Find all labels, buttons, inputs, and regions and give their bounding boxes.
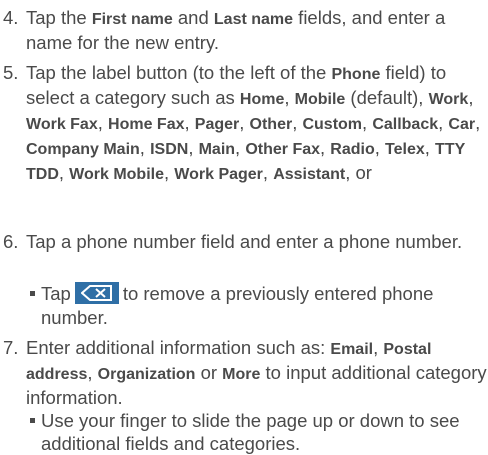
step-number: 4. [3, 7, 19, 28]
step-6: 6. Tap a phone number field and enter a … [0, 230, 488, 253]
step-7: 7. Enter additional information such as:… [0, 336, 488, 409]
step-text: Tap a phone number field and enter a pho… [26, 231, 463, 252]
step-text: Enter additional information such as: Em… [26, 337, 487, 408]
step-7-tip: Use your finger to slide the page up or … [26, 409, 488, 455]
bullet [30, 291, 35, 296]
step-text: Tap the label button (to the left of the… [26, 62, 481, 183]
step-number: 5. [3, 62, 19, 83]
bullet [30, 418, 35, 423]
step-text: Tap the First name and Last name fields,… [26, 7, 446, 53]
step-5: 5. Tap the label button (to the left of … [0, 61, 488, 186]
step-6-tip: Tap to remove a previously entered phone … [26, 282, 488, 329]
instruction-page: 4. Tap the First name and Last name fiel… [0, 0, 488, 454]
step-4: 4. Tap the First name and Last name fiel… [0, 6, 488, 54]
step-number: 6. [3, 231, 19, 252]
step-number: 7. [3, 337, 19, 358]
backspace-delete-icon [74, 282, 119, 305]
